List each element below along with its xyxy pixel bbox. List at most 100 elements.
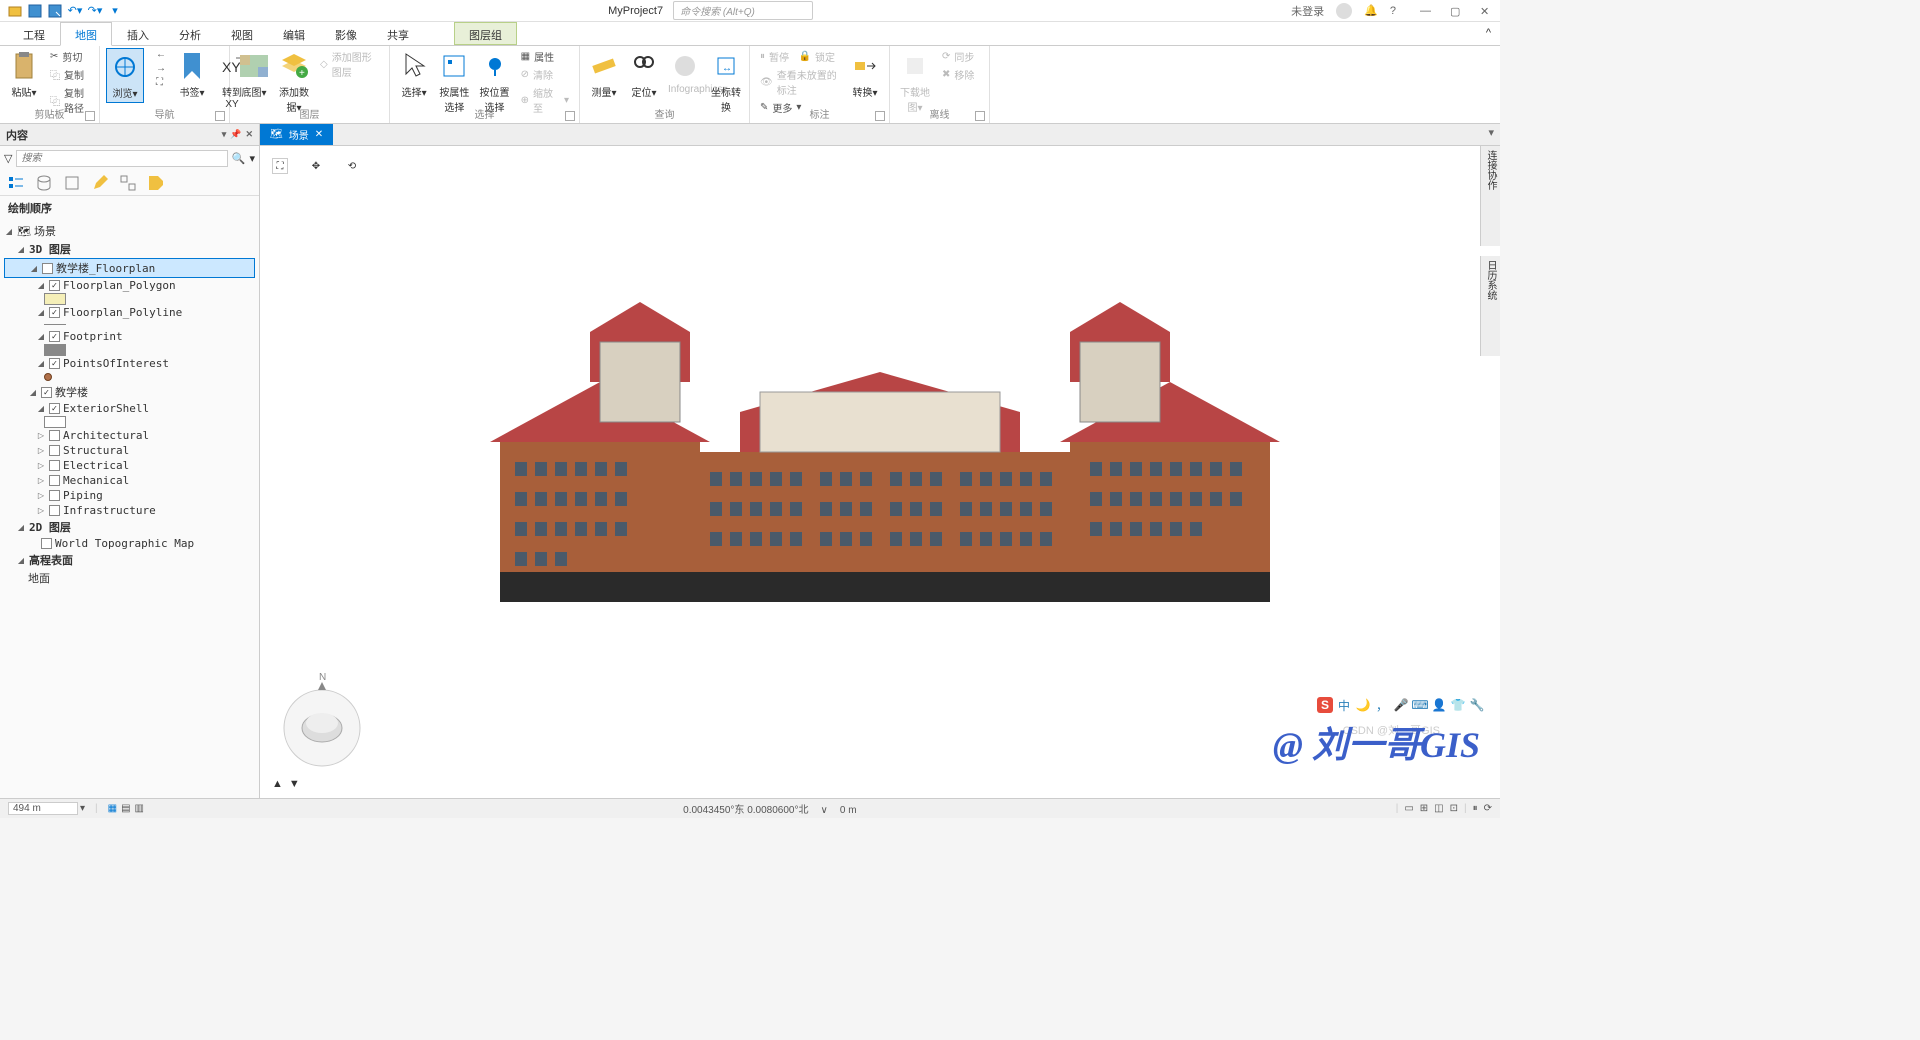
maximize-button[interactable]: ▢ <box>1450 5 1462 17</box>
tray-tool-icon[interactable]: 🔧 <box>1469 697 1485 713</box>
status-constraints-icon[interactable]: ◫ <box>1434 803 1443 814</box>
tab-insert[interactable]: 插入 <box>112 22 164 45</box>
list-by-selection-icon[interactable] <box>64 175 80 191</box>
nav-extent-icon[interactable]: ⛶ <box>152 76 170 89</box>
clear-selection-button[interactable]: ⊘ 清除 <box>517 66 573 83</box>
status-snapping-icon[interactable]: ⊞ <box>1420 803 1428 814</box>
search-icon[interactable]: 🔍 <box>232 152 246 165</box>
ribbon-collapse-icon[interactable]: ^ <box>1477 22 1500 45</box>
tab-edit[interactable]: 编辑 <box>268 22 320 45</box>
qat-more-icon[interactable]: ▾ <box>108 4 122 18</box>
infographics-button[interactable]: Infographics▾ <box>666 48 704 97</box>
view-mode-icon-2[interactable]: ▤ <box>121 803 130 814</box>
open-icon[interactable] <box>8 4 22 18</box>
close-button[interactable]: ✕ <box>1480 5 1492 17</box>
tab-project[interactable]: 工程 <box>8 22 60 45</box>
copy-button[interactable]: ⿻ 复制 <box>46 66 93 83</box>
sync-button[interactable]: ⟳ 同步 <box>938 48 978 65</box>
tab-share[interactable]: 共享 <box>372 22 424 45</box>
select-dialog-launcher[interactable] <box>565 111 575 121</box>
close-tab-icon[interactable]: ✕ <box>315 129 323 140</box>
locate-button[interactable]: 定位▾ <box>626 48 662 101</box>
tree-infra[interactable]: ▷Infrastructure <box>4 503 255 518</box>
symbol-footprint[interactable] <box>44 344 66 356</box>
tree-struct[interactable]: ▷Structural <box>4 443 255 458</box>
filter-icon[interactable]: ▽ <box>4 152 12 165</box>
tab-view[interactable]: 视图 <box>216 22 268 45</box>
notification-icon[interactable]: 🔔 <box>1364 4 1378 17</box>
tree-topo[interactable]: World Topographic Map <box>4 536 255 551</box>
tree-elec[interactable]: ▷Electrical <box>4 458 255 473</box>
coords-dropdown-icon[interactable]: ∨ <box>821 805 828 816</box>
tree-arch[interactable]: ▷Architectural <box>4 428 255 443</box>
search-options-icon[interactable]: ▾ <box>249 152 255 165</box>
full-extent-icon[interactable]: ⛶ <box>272 158 288 174</box>
nav-dialog-launcher[interactable] <box>215 111 225 121</box>
status-selection-icon[interactable]: ▭ <box>1404 803 1413 814</box>
paste-button[interactable]: 粘贴▾ <box>6 48 42 101</box>
side-panel-2[interactable]: 日历系统 <box>1480 256 1500 356</box>
zoom-target-icon[interactable]: ✥ <box>308 158 324 174</box>
tab-map[interactable]: 地图 <box>60 22 112 46</box>
nav-prev-icon[interactable]: ← <box>152 48 170 61</box>
tray-mic-icon[interactable]: 🎤 <box>1393 697 1409 713</box>
view-unplaced-button[interactable]: 👁 查看未放置的标注 <box>756 66 843 98</box>
tree-footprint[interactable]: ◢Footprint <box>4 329 255 344</box>
tree-elevation[interactable]: ◢高程表面 <box>4 551 255 569</box>
list-by-editing-icon[interactable] <box>92 175 108 191</box>
annotate-dialog-launcher[interactable] <box>875 111 885 121</box>
cut-button[interactable]: ✂ 剪切 <box>46 48 93 65</box>
tab-analysis[interactable]: 分析 <box>164 22 216 45</box>
attributes-button[interactable]: ▦ 属性 <box>517 48 573 65</box>
save-as-icon[interactable] <box>48 4 62 18</box>
login-status[interactable]: 未登录 <box>1291 3 1324 19</box>
status-refresh-icon[interactable]: ⟳ <box>1484 803 1492 814</box>
redo-icon[interactable]: ↷▾ <box>88 4 102 18</box>
status-pause-icon[interactable]: ⏸ <box>1473 803 1478 814</box>
nav-down-icon[interactable]: ▼ <box>289 778 300 790</box>
tree-mech[interactable]: ▷Mechanical <box>4 473 255 488</box>
nav-next-icon[interactable]: → <box>152 62 170 75</box>
symbol-exterior[interactable] <box>44 416 66 428</box>
status-grid-icon[interactable]: ⊡ <box>1450 803 1458 814</box>
nav-mode-icon[interactable]: ⟲ <box>344 158 360 174</box>
tree-building[interactable]: ◢教学楼 <box>4 383 255 401</box>
scale-dropdown-icon[interactable]: ▾ <box>80 803 85 814</box>
list-by-source-icon[interactable] <box>36 175 52 191</box>
basemap-button[interactable]: 底图▾ <box>236 48 272 101</box>
list-by-drawing-icon[interactable] <box>8 175 24 191</box>
offline-dialog-launcher[interactable] <box>975 111 985 121</box>
bookmark-button[interactable]: 书签▾ <box>174 48 210 101</box>
tray-keyboard-icon[interactable]: ⌨ <box>1412 697 1428 713</box>
tree-poi[interactable]: ◢PointsOfInterest <box>4 356 255 371</box>
panel-close-icon[interactable]: ✕ <box>245 129 253 140</box>
measure-button[interactable]: 测量▾ <box>586 48 622 101</box>
symbol-polyline[interactable] <box>44 324 66 325</box>
side-panel-1[interactable]: 连接协作 <box>1480 146 1500 246</box>
browse-button[interactable]: 浏览▾ <box>106 48 144 103</box>
clipboard-dialog-launcher[interactable] <box>85 111 95 121</box>
undo-icon[interactable]: ↶▾ <box>68 4 82 18</box>
symbol-poi[interactable] <box>44 373 52 381</box>
tree-scene[interactable]: ◢🗺 场景 <box>4 222 255 240</box>
tree-2d-layers[interactable]: ◢2D 图层 <box>4 518 255 536</box>
tab-imagery[interactable]: 影像 <box>320 22 372 45</box>
tree-floorplan-polyline[interactable]: ◢Floorplan_Polyline <box>4 305 255 320</box>
pause-labels-button[interactable]: ⏸ 暂停 🔒 锁定 <box>756 48 843 65</box>
panel-options-icon[interactable]: ▾ <box>222 129 227 140</box>
convert-button[interactable]: 转换▾ <box>847 48 883 101</box>
list-by-snapping-icon[interactable] <box>120 175 136 191</box>
tree-ground[interactable]: 地面 <box>4 569 255 587</box>
tray-moon-icon[interactable]: 🌙 <box>1355 697 1371 713</box>
tray-sogou-icon[interactable]: S <box>1317 697 1333 713</box>
view-tab-dropdown-icon[interactable]: ▾ <box>1482 124 1500 145</box>
tray-ime-icon[interactable]: 中 <box>1336 697 1352 713</box>
navigator-wheel[interactable]: N <box>272 668 372 768</box>
help-icon[interactable]: ? <box>1390 5 1396 17</box>
addgraphic-button[interactable]: ◇ 添加图形图层 <box>316 48 383 80</box>
tree-floorplan-polygon[interactable]: ◢Floorplan_Polygon <box>4 278 255 293</box>
tray-user-icon[interactable]: 👤 <box>1431 697 1447 713</box>
tree-exterior[interactable]: ◢ExteriorShell <box>4 401 255 416</box>
scene-viewport[interactable]: ⛶ ✥ ⟲ <box>260 146 1500 798</box>
tab-layergroup[interactable]: 图层组 <box>454 22 517 45</box>
